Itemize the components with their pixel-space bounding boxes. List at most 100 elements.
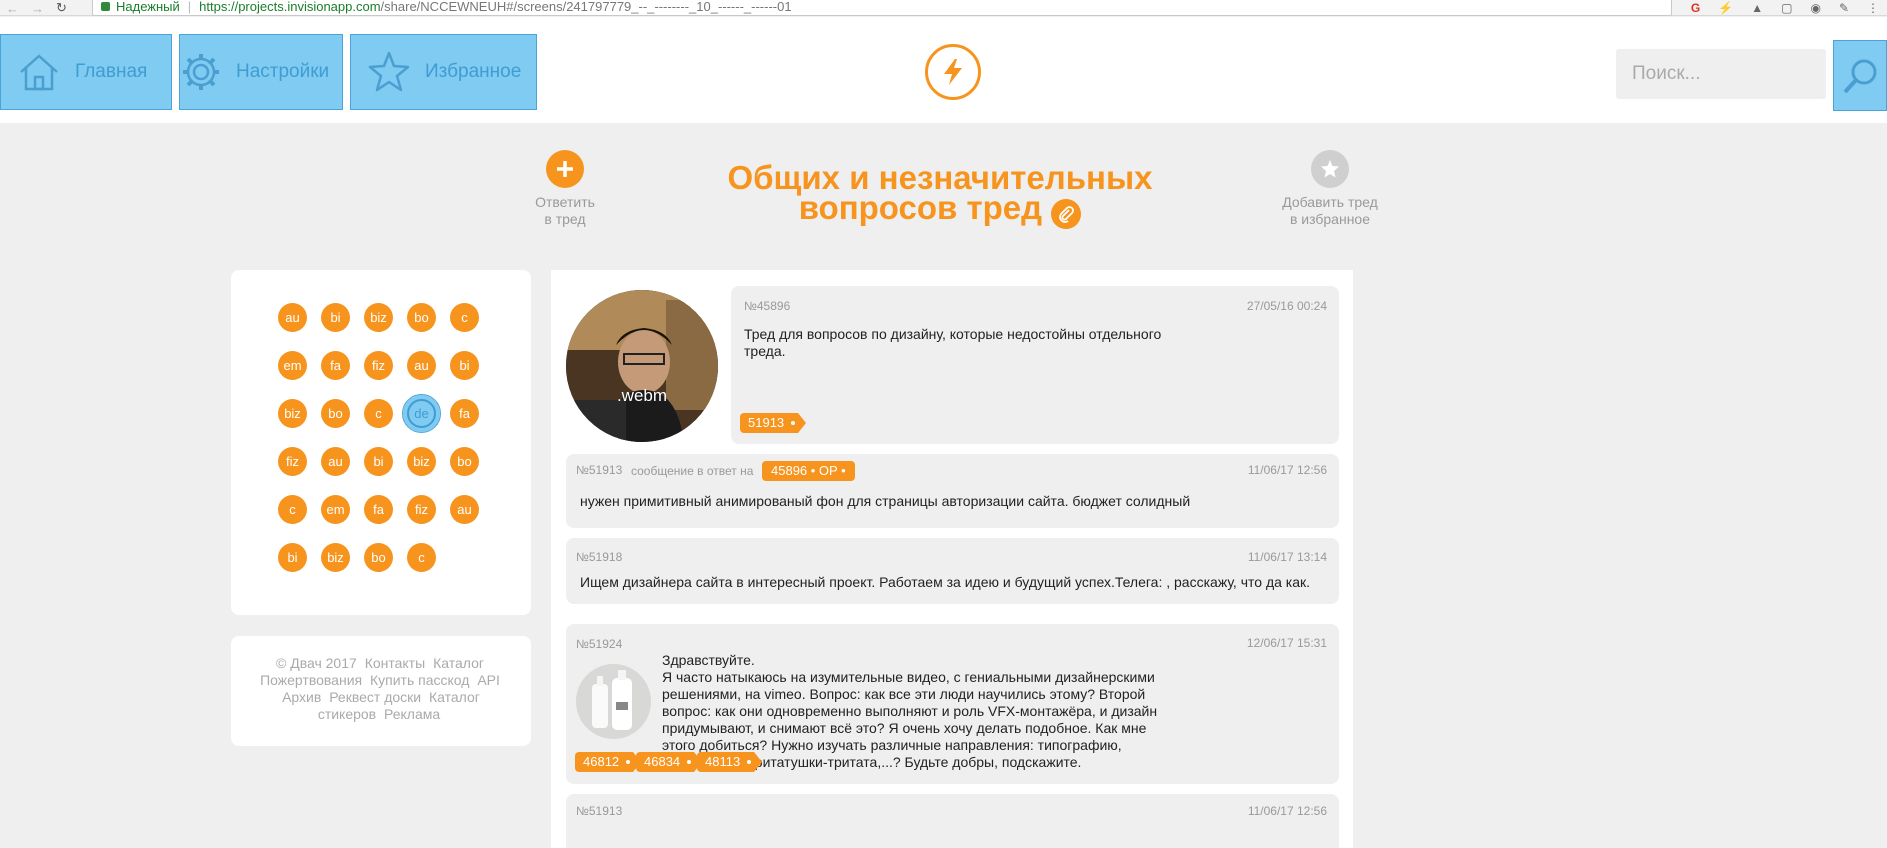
post-text: Ищем дизайнера сайта в интересный проект… — [580, 574, 1311, 590]
search-input[interactable] — [1616, 49, 1826, 99]
board-link[interactable]: em — [278, 351, 307, 380]
secure-label: Надежный — [116, 0, 180, 14]
post-date: 12/06/17 15:31 — [1246, 636, 1327, 650]
extension-icon[interactable]: ▲ — [1751, 1, 1763, 15]
post: №51913 11/06/17 12:56 — [566, 794, 1339, 848]
add-to-favorites-button[interactable]: Добавить тред в избранное — [1280, 150, 1380, 228]
post: №51924 12/06/17 15:31 Здравствуйте. Я ча… — [566, 624, 1339, 784]
post-text: Тред для вопросов по дизайну, которые не… — [744, 326, 1162, 359]
board-link[interactable]: c — [407, 543, 436, 572]
board-link-active[interactable]: de — [402, 394, 441, 433]
reply-to-thread-button[interactable]: Ответить в тред — [530, 150, 600, 228]
board-link[interactable]: bo — [450, 447, 479, 476]
menu-icon[interactable]: ⋮ — [1867, 1, 1879, 15]
footer-link-passcode[interactable]: Купить пасскод — [370, 672, 469, 688]
reply-label-line1: Ответить — [535, 194, 595, 210]
extension-icon[interactable]: ▢ — [1781, 1, 1792, 15]
reply-link[interactable]: 46812 — [575, 752, 642, 772]
board-link[interactable]: biz — [407, 447, 436, 476]
reload-icon[interactable]: ↻ — [56, 0, 67, 16]
post-number[interactable]: №51913 — [576, 463, 622, 477]
board-link[interactable]: fiz — [278, 447, 307, 476]
board-link[interactable]: biz — [364, 303, 393, 332]
video-thumbnail-image — [566, 290, 718, 442]
footer-link-catalog[interactable]: Каталог — [433, 655, 484, 671]
post: №51918 11/06/17 13:14 Ищем дизайнера сай… — [566, 538, 1339, 604]
boards-grid: au bi biz bo c em fa fiz au bi biz bo c … — [278, 303, 479, 572]
board-link[interactable]: bi — [278, 543, 307, 572]
post-greeting: Здравствуйте. — [662, 652, 755, 668]
post-date: 11/06/17 13:14 — [1247, 550, 1327, 564]
board-link[interactable]: fiz — [407, 495, 436, 524]
op-webm-thumbnail[interactable]: .webm — [566, 290, 718, 442]
nav-settings-button[interactable]: Настройки — [179, 34, 343, 110]
board-link[interactable]: fa — [450, 399, 479, 428]
webm-label: .webm — [616, 386, 668, 405]
footer-link-donations[interactable]: Пожертвования — [260, 672, 362, 688]
footer-link-ads[interactable]: Реклама — [384, 706, 440, 722]
post-number[interactable]: №51918 — [576, 550, 622, 564]
reply-link[interactable]: 51913 — [740, 413, 807, 433]
forward-icon[interactable]: → — [31, 1, 44, 16]
nav-favorites-button[interactable]: Избранное — [350, 34, 537, 110]
board-link[interactable]: au — [450, 495, 479, 524]
board-link[interactable]: bo — [321, 399, 350, 428]
board-link[interactable]: au — [278, 303, 307, 332]
extension-icon[interactable]: G — [1691, 1, 1700, 15]
nav-home-button[interactable]: Главная — [0, 34, 172, 110]
board-link[interactable]: biz — [321, 543, 350, 572]
nav-home-label: Главная — [75, 61, 148, 82]
address-bar[interactable]: Надежный | https://projects.invisionapp.… — [92, 0, 1672, 16]
post-number[interactable]: №51913 — [576, 804, 622, 818]
op-post: №45896 27/05/16 00:24 Тред для вопросов … — [731, 286, 1339, 444]
post: №51913 сообщение в ответ на 45896 • OP •… — [566, 454, 1339, 528]
footer-link-api[interactable]: API — [477, 672, 500, 688]
favorites-label-line1: Добавить тред — [1282, 194, 1378, 210]
extension-icon[interactable]: ◉ — [1810, 1, 1820, 15]
thread-title: Общих и незначительных вопросов тред — [700, 161, 1180, 229]
board-link[interactable]: c — [450, 303, 479, 332]
site-logo[interactable] — [925, 44, 981, 100]
post-text: нужен примитивный анимированый фон для с… — [580, 493, 1191, 509]
address-separator: | — [187, 0, 192, 14]
board-link[interactable]: bo — [407, 303, 436, 332]
post-number[interactable]: №45896 — [744, 299, 790, 313]
board-link[interactable]: em — [321, 495, 350, 524]
plus-icon — [546, 150, 584, 188]
board-link[interactable]: c — [278, 495, 307, 524]
lock-icon — [101, 1, 110, 11]
reply-link[interactable]: 48113 — [697, 752, 763, 772]
board-link[interactable]: bi — [321, 303, 350, 332]
star-icon — [368, 51, 410, 92]
board-link[interactable]: au — [321, 447, 350, 476]
thread-title-line2: вопросов тред — [798, 189, 1043, 226]
extension-icon[interactable]: ✎ — [1839, 1, 1849, 15]
paperclip-icon[interactable] — [1051, 199, 1082, 229]
footer-link-contacts[interactable]: Контакты — [365, 655, 425, 671]
search-button[interactable] — [1833, 40, 1887, 111]
site-header: Главная Настройки Избранное — [0, 17, 1887, 123]
footer-link-archive[interactable]: Архив — [282, 689, 321, 705]
post-number[interactable]: №51924 — [576, 637, 622, 651]
board-link[interactable]: bi — [364, 447, 393, 476]
board-link[interactable]: fa — [321, 351, 350, 380]
board-link[interactable]: c — [364, 399, 393, 428]
reply-to-link[interactable]: 45896 • OP • — [762, 461, 855, 481]
post-attachment-thumbnail[interactable] — [576, 664, 651, 739]
reply-link[interactable]: 46834 — [636, 752, 703, 772]
back-icon[interactable]: ← — [6, 1, 19, 16]
post-date: 27/05/16 00:24 — [1246, 299, 1327, 313]
board-link[interactable]: fa — [364, 495, 393, 524]
board-link[interactable]: fiz — [364, 351, 393, 380]
favorites-label-line2: в избранное — [1289, 211, 1371, 227]
extension-icon[interactable]: ⚡ — [1718, 1, 1733, 15]
board-link[interactable]: bi — [450, 351, 479, 380]
footer-link-board-request[interactable]: Реквест доски — [329, 689, 421, 705]
extension-icons: G ⚡ ▲ ▢ ◉ ✎ ⋮ — [1691, 0, 1879, 16]
browser-nav: ← → ↻ — [6, 0, 67, 16]
board-link[interactable]: biz — [278, 399, 307, 428]
reply-to-label: сообщение в ответ на — [631, 464, 754, 478]
board-link[interactable]: bo — [364, 543, 393, 572]
url-host: https://projects.invisionapp.com — [199, 0, 381, 14]
board-link[interactable]: au — [407, 351, 436, 380]
